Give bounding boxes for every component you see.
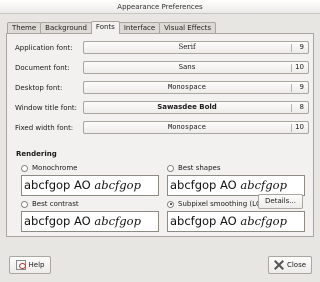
- sample-regular: abcfgop AO: [170, 178, 241, 192]
- fixed-width-font-button[interactable]: Monospace 10: [83, 121, 309, 134]
- desktop-font-label: Desktop font:: [15, 84, 63, 92]
- help-label: Help: [28, 261, 45, 269]
- monochrome-sample[interactable]: abcfgop AO abcfgop: [21, 175, 159, 196]
- sample-regular: abcfgop AO: [24, 178, 95, 192]
- best-shapes-sample[interactable]: abcfgop AO abcfgop: [167, 175, 305, 196]
- details-button[interactable]: Details...: [258, 194, 303, 209]
- document-font-size: 10: [295, 63, 304, 71]
- best-contrast-label: Best contrast: [32, 200, 79, 208]
- window-title: Appearance Preferences: [0, 0, 320, 14]
- best-contrast-radio[interactable]: [21, 200, 28, 208]
- monochrome-radio[interactable]: [21, 164, 28, 172]
- subpixel-smoothing-sample[interactable]: abcfgop AO abcfgop: [167, 211, 305, 232]
- tab-fonts[interactable]: Fonts: [90, 21, 120, 34]
- desktop-font-button[interactable]: Monospace 9: [83, 81, 309, 94]
- document-font-row: Document font: Sans 10: [15, 61, 309, 75]
- best-contrast-option[interactable]: Best contrast: [21, 199, 79, 209]
- help-button[interactable]: Help: [9, 256, 51, 274]
- separator: [291, 124, 292, 132]
- monochrome-option[interactable]: Monochrome: [21, 163, 77, 173]
- fixed-width-font-name: Monospace: [168, 123, 206, 131]
- rendering-section-title: Rendering: [16, 150, 57, 158]
- fixed-width-font-row: Fixed width font: Monospace 10: [15, 121, 309, 135]
- sample-regular: abcfgop AO: [170, 214, 241, 228]
- application-font-name: Serif: [178, 43, 196, 51]
- document-font-name: Sans: [178, 63, 196, 71]
- best-shapes-option[interactable]: Best shapes: [167, 163, 221, 173]
- close-icon: [274, 260, 284, 270]
- sample-italic: abcfgop: [240, 214, 287, 228]
- application-font-label: Application font:: [15, 44, 73, 52]
- desktop-font-name: Monospace: [168, 83, 206, 91]
- application-font-button[interactable]: Serif 9: [83, 41, 309, 54]
- subpixel-smoothing-radio[interactable]: [167, 200, 174, 208]
- close-button[interactable]: Close: [268, 256, 312, 274]
- preferences-window: Theme Background Fonts Interface Visual …: [0, 14, 320, 282]
- fixed-width-font-label: Fixed width font:: [15, 124, 74, 132]
- sample-italic: abcfgop: [240, 178, 287, 192]
- fixed-width-font-size: 10: [295, 123, 304, 131]
- help-icon: [15, 260, 26, 270]
- desktop-font-size: 9: [299, 83, 304, 91]
- separator: [291, 44, 292, 52]
- sample-italic: abcfgop: [94, 214, 141, 228]
- sample-italic: abcfgop: [94, 178, 141, 192]
- document-font-button[interactable]: Sans 10: [83, 61, 309, 74]
- desktop-font-row: Desktop font: Monospace 9: [15, 81, 309, 95]
- separator: [291, 84, 292, 92]
- close-label: Close: [286, 261, 307, 269]
- subpixel-smoothing-option[interactable]: Subpixel smoothing (LCDs): [167, 199, 273, 209]
- best-shapes-label: Best shapes: [178, 164, 221, 172]
- window-title-font-size: 8: [299, 103, 304, 111]
- separator: [291, 64, 292, 72]
- separator: [291, 104, 292, 112]
- document-font-label: Document font:: [15, 64, 70, 72]
- monochrome-label: Monochrome: [32, 164, 78, 172]
- sample-regular: abcfgop AO: [24, 214, 95, 228]
- application-font-row: Application font: Serif 9: [15, 41, 309, 55]
- window-title-font-name: Sawasdee Bold: [157, 103, 217, 111]
- best-shapes-radio[interactable]: [167, 164, 174, 172]
- window-title-font-button[interactable]: Sawasdee Bold 8: [83, 101, 309, 114]
- application-font-size: 9: [299, 43, 304, 51]
- window-title-font-row: Window title font: Sawasdee Bold 8: [15, 101, 309, 115]
- window-title-font-label: Window title font:: [15, 104, 78, 112]
- best-contrast-sample[interactable]: abcfgop AO abcfgop: [21, 211, 159, 232]
